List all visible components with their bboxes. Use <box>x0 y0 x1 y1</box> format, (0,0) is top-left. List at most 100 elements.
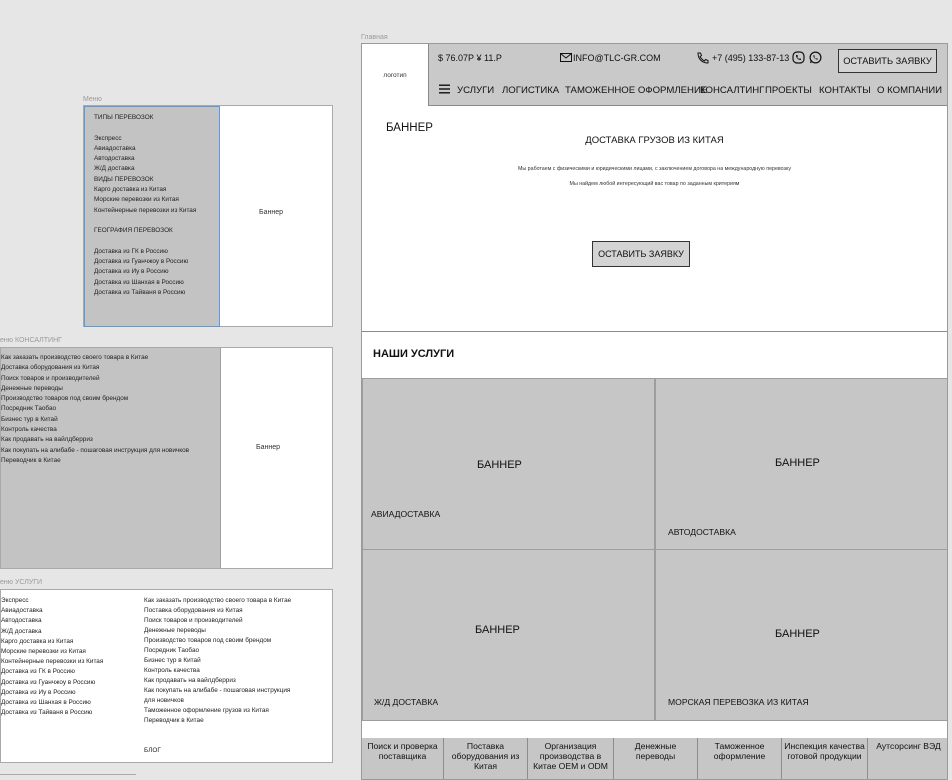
consult-list-item[interactable]: Доставка оборудования из Китая <box>1 363 189 373</box>
bottom-item-equipment[interactable]: Поставка оборудования из Китая <box>444 738 528 779</box>
nav-konsalting[interactable]: КОНСАЛТИНГ <box>700 85 764 96</box>
service-tile-avia[interactable]: БАННЕР АВИАДОСТАВКА <box>362 378 655 550</box>
services-list-item[interactable]: для новичков <box>144 696 291 706</box>
consult-list-item[interactable]: Переводчик в Китае <box>1 456 189 466</box>
menu-list-item[interactable]: Ж/Д доставка <box>94 164 196 174</box>
bottom-item-customs[interactable]: Таможенное оформление <box>698 738 782 779</box>
whatsapp-icon[interactable] <box>809 51 822 64</box>
page-caption: Главная <box>361 34 388 41</box>
services-list-item[interactable]: Ж/Д доставка <box>1 627 103 637</box>
hamburger-icon[interactable] <box>439 84 450 94</box>
services-list-item[interactable]: Контроль качества <box>144 666 291 676</box>
services-list-item[interactable]: Таможенное оформление грузов из Китая <box>144 706 291 716</box>
consult-caption: еню КОНСАЛТИНГ <box>0 337 62 344</box>
menu-list-item[interactable]: Авиадоставка <box>94 144 196 154</box>
menu-list-item[interactable]: Доставка из Гуанчжоу в Россию <box>94 257 196 267</box>
menu-list-item[interactable]: Контейнерные перевозки из Китая <box>94 206 196 216</box>
consult-list-item[interactable]: Бизнес тур в Китай <box>1 415 189 425</box>
site-header: логотип $ 76.07Р ¥ 11.Р INFO@TLC-GR.COM … <box>362 44 947 106</box>
services-list-item[interactable]: БЛОГ <box>144 746 291 756</box>
tile-label: АВТОДОСТАВКА <box>668 527 736 537</box>
menu-list-item[interactable] <box>94 237 196 247</box>
menu-list-item[interactable]: Карго доставка из Китая <box>94 185 196 195</box>
services-list-item[interactable]: Поиск товаров и производителей <box>144 616 291 626</box>
services-list-item[interactable]: Авиадоставка <box>1 606 103 616</box>
nav-proekty[interactable]: ПРОЕКТЫ <box>765 85 812 96</box>
services-list-item[interactable]: Денежные переводы <box>144 626 291 636</box>
consult-list-item[interactable]: Как покупать на алибабе - пошаговая инст… <box>1 446 189 456</box>
hero-text-2: Мы найдем любой интересующий вас товар п… <box>569 181 740 187</box>
bottom-item-production[interactable]: Организация производства в Китае OEM и O… <box>528 738 614 779</box>
services-list-item[interactable]: Автодоставка <box>1 616 103 626</box>
menu-list: ТИПЫ ПЕРЕВОЗОК Экспресс Авиадоставка Автод… <box>94 113 196 298</box>
bottom-item-outsourcing[interactable]: Аутсорсинг ВЭД <box>868 738 947 779</box>
services-list-item[interactable]: Производство товаров под своим брендом <box>144 636 291 646</box>
services-list-item[interactable]: Поставка оборудования из Китая <box>144 606 291 616</box>
services-list-item[interactable]: Экспресс <box>1 596 103 606</box>
header-request-button[interactable]: ОСТАВИТЬ ЗАЯВКУ <box>838 49 937 73</box>
consult-list-item[interactable]: Производство товаров под своим брендом <box>1 394 189 404</box>
services-list-item[interactable]: Доставка из Иу в Россию <box>1 688 103 698</box>
bottom-item-transfers[interactable]: Денежные переводы <box>614 738 698 779</box>
menu-list-box: ТИПЫ ПЕРЕВОЗОК Экспресс Авиадоставка Автод… <box>84 106 220 327</box>
services-list-item[interactable]: Контейнерные перевозки из Китая <box>1 657 103 667</box>
services-list-item[interactable]: Карго доставка из Китая <box>1 637 103 647</box>
hero-text-1: Мы работаем с физическими и юридическими… <box>517 166 791 172</box>
services-list-item[interactable]: Доставка из Тайваня в Россию <box>1 708 103 718</box>
services-list-item[interactable]: Переводчик в Китае <box>144 716 291 726</box>
service-tile-avto[interactable]: БАННЕР АВТОДОСТАВКА <box>655 378 947 550</box>
consult-list-item[interactable]: Контроль качества <box>1 425 189 435</box>
service-tile-zhd[interactable]: БАННЕР Ж/Д ДОСТАВКА <box>362 549 655 721</box>
menu-list-item[interactable]: Доставка из Тайваня в Россию <box>94 288 196 298</box>
mail-icon <box>560 53 572 62</box>
service-tile-sea[interactable]: БАННЕР МОРСКАЯ ПЕРЕВОЗКА ИЗ КИТАЯ <box>655 549 947 721</box>
hero-request-button[interactable]: ОСТАВИТЬ ЗАЯВКУ <box>592 241 690 267</box>
nav-o-kompanii[interactable]: О КОМПАНИИ <box>877 85 942 96</box>
menu-list-item[interactable]: Автодоставка <box>94 154 196 164</box>
consult-list-item[interactable]: Посредник Таобао <box>1 404 189 414</box>
menu-banner: Баннер <box>259 209 284 216</box>
menu-list-item[interactable]: ВИДЫ ПЕРЕВОЗОК <box>94 175 196 185</box>
consult-list: Как заказать производство своего товара … <box>1 353 189 466</box>
services-list-item[interactable]: Доставка из Шанхая в Россию <box>1 698 103 708</box>
menu-list-item[interactable]: Морские перевозки из Китая <box>94 195 196 205</box>
menu-list-item[interactable]: Доставка из ГК в Россию <box>94 247 196 257</box>
viber-icon[interactable] <box>792 51 805 64</box>
services-list-item[interactable]: Доставка из Гуанчжоу в Россию <box>1 678 103 688</box>
menu-caption: Меню <box>83 96 102 103</box>
main-page: логотип $ 76.07Р ¥ 11.Р INFO@TLC-GR.COM … <box>361 43 948 780</box>
services-list-item[interactable]: Посредник Таобао <box>144 646 291 656</box>
consult-list-item[interactable]: Денежные переводы <box>1 384 189 394</box>
services-heading: НАШИ УСЛУГИ <box>373 348 455 360</box>
services-list-item[interactable]: Как покупать на алибабе - пошаговая инст… <box>144 686 291 696</box>
nav-uslugi[interactable]: УСЛУГИ <box>457 85 494 96</box>
consult-list-item[interactable]: Как продавать на вайлдберриз <box>1 435 189 445</box>
services-list-item[interactable]: Как заказать производство своего товара … <box>144 596 291 606</box>
email-link[interactable]: INFO@TLC-GR.COM <box>573 53 661 63</box>
bottom-item-inspection[interactable]: Инспекция качества готовой продукции <box>782 738 868 779</box>
menu-list-item[interactable]: Доставка из Шанхая в Россию <box>94 278 196 288</box>
menu-list-item[interactable]: Доставка из Иу в Россию <box>94 267 196 277</box>
services-list-item[interactable]: Морские перевозки из Китая <box>1 647 103 657</box>
services-list-item[interactable]: Бизнес тур в Китай <box>144 656 291 666</box>
menu-list-item[interactable] <box>94 123 196 133</box>
services-list-item[interactable] <box>144 726 291 736</box>
menu-list-item[interactable] <box>94 216 196 226</box>
logo[interactable]: логотип <box>362 44 429 106</box>
nav-tamozhennoe[interactable]: ТАМОЖЕННОЕ ОФОРМЛЕНИЕ <box>565 85 707 96</box>
consult-banner: Баннер <box>256 444 281 451</box>
phone-icon <box>697 52 709 64</box>
menu-list-item[interactable]: ГЕОГРАФИЯ ПЕРЕВОЗОК <box>94 226 196 236</box>
nav-logistika[interactable]: ЛОГИСТИКА <box>502 85 559 96</box>
phone-number[interactable]: +7 (495) 133-87-13 <box>712 53 789 63</box>
services-list-item[interactable]: Как продавать на вайлдберриз <box>144 676 291 686</box>
services-list-item[interactable] <box>144 736 291 746</box>
consult-list-item[interactable]: Поиск товаров и производителей <box>1 374 189 384</box>
menu-list-item[interactable]: Экспресс <box>94 134 196 144</box>
tile-label: Ж/Д ДОСТАВКА <box>374 697 439 707</box>
menu-list-item[interactable]: ТИПЫ ПЕРЕВОЗОК <box>94 113 196 123</box>
nav-kontakty[interactable]: КОНТАКТЫ <box>819 85 871 96</box>
bottom-item-search[interactable]: Поиск и проверка поставщика <box>362 738 444 779</box>
services-list-item[interactable]: Доставка из ГК в Россию <box>1 667 103 677</box>
consult-list-item[interactable]: Как заказать производство своего товара … <box>1 353 189 363</box>
